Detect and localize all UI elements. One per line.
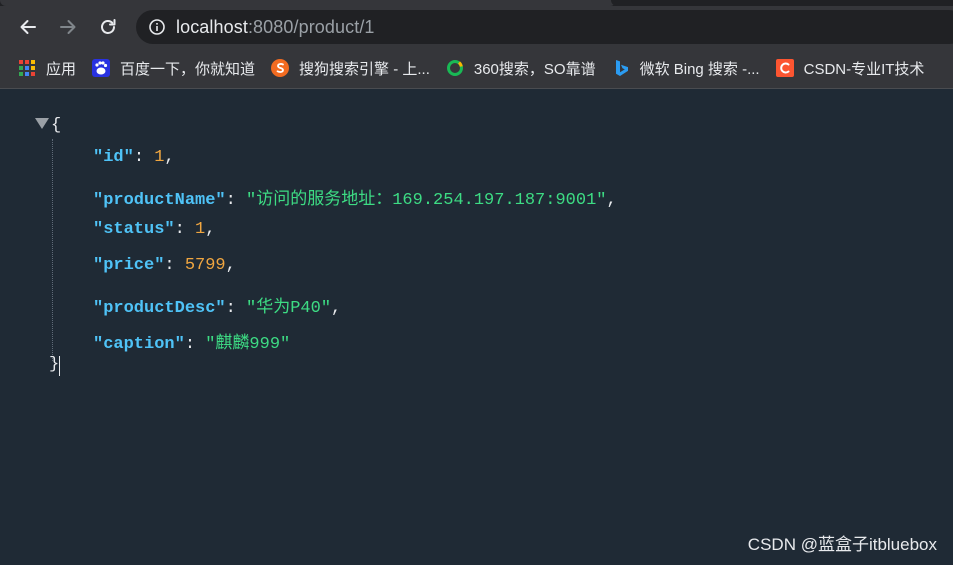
reload-button[interactable]: [88, 7, 128, 47]
json-entry: "productDesc": "华为P40",: [93, 292, 341, 318]
json-key: "productName": [93, 191, 226, 210]
json-entry: "id": 1,: [93, 148, 175, 167]
indent-guide: [52, 139, 53, 361]
json-comma: ,: [331, 299, 342, 318]
json-colon: :: [164, 256, 185, 275]
json-entry: "price": 5799,: [93, 256, 236, 275]
json-value: "华为P40": [246, 299, 332, 318]
arrow-left-icon: [20, 20, 36, 34]
json-entry: "productName": "访问的服务地址：169.254.197.187:…: [93, 184, 617, 210]
site-info-icon[interactable]: [148, 18, 166, 36]
bookmark-label: 应用: [46, 60, 77, 78]
bookmark-apps[interactable]: 应用: [12, 53, 82, 83]
bookmark-label: 360搜索，SO靠谱: [473, 60, 596, 78]
json-comma: ,: [164, 148, 175, 167]
bookmarks-bar: 应用 百度一下，你就知道 搜狗搜索引擎 - 上... 360搜索，SO靠谱 微软…: [0, 48, 953, 89]
json-viewer: { "id": 1, "productName": "访问的服务地址：169.2…: [0, 89, 953, 565]
json-key: "caption": [93, 335, 185, 354]
sogou-icon: [271, 59, 290, 77]
text-cursor: [59, 356, 60, 376]
json-value: "访问的服务地址：169.254.197.187:9001": [246, 191, 607, 210]
json-value: "麒麟999": [205, 335, 291, 354]
bookmark-sogou[interactable]: 搜狗搜索引擎 - 上...: [265, 53, 436, 83]
json-value: 1: [154, 148, 165, 167]
360-search-icon: [446, 59, 464, 77]
bookmark-label: 搜狗搜索引擎 - 上...: [299, 60, 430, 78]
bookmark-label: 百度一下，你就知道: [120, 60, 256, 78]
url-text[interactable]: localhost:8080/product/1: [176, 17, 375, 38]
browser-toolbar: localhost:8080/product/1: [0, 6, 953, 48]
bing-icon: [612, 59, 630, 77]
watermark: CSDN @蓝盒子itbluebox: [747, 535, 937, 554]
json-colon: :: [225, 299, 247, 318]
address-bar[interactable]: localhost:8080/product/1: [136, 10, 953, 44]
json-comma: ,: [225, 256, 236, 275]
json-open-brace: {: [51, 116, 62, 135]
json-colon: :: [184, 335, 206, 354]
json-colon: :: [133, 148, 155, 167]
json-colon: :: [174, 220, 196, 239]
json-key: "id": [93, 148, 134, 167]
json-key: "productDesc": [93, 299, 226, 318]
baidu-icon: [92, 59, 111, 77]
collapse-toggle-icon[interactable]: [35, 118, 49, 129]
bookmark-label: CSDN-专业IT技术: [803, 60, 925, 78]
forward-button[interactable]: [48, 7, 88, 47]
bookmark-csdn[interactable]: CSDN-专业IT技术: [770, 53, 931, 83]
url-host: localhost: [176, 16, 248, 37]
json-colon: :: [225, 191, 247, 210]
json-comma: ,: [205, 220, 216, 239]
json-value: 1: [195, 220, 206, 239]
json-entry: "status": 1,: [93, 220, 215, 239]
bookmark-360[interactable]: 360搜索，SO靠谱: [440, 53, 602, 83]
arrow-right-icon: [60, 20, 76, 34]
csdn-icon: [775, 59, 794, 77]
json-value: 5799: [184, 256, 226, 275]
json-key: "status": [93, 220, 175, 239]
back-button[interactable]: [8, 7, 48, 47]
bookmark-label: 微软 Bing 搜索 -...: [639, 60, 760, 78]
json-comma: ,: [606, 191, 617, 210]
json-entry: "caption": "麒麟999": [93, 328, 290, 354]
bookmark-baidu[interactable]: 百度一下，你就知道: [86, 53, 261, 83]
apps-grid-icon: [18, 59, 36, 77]
bookmark-bing[interactable]: 微软 Bing 搜索 -...: [606, 53, 766, 83]
reload-icon: [101, 19, 116, 34]
json-close-brace: }: [49, 355, 60, 374]
url-path: :8080/product/1: [247, 16, 375, 37]
json-key: "price": [93, 256, 165, 275]
